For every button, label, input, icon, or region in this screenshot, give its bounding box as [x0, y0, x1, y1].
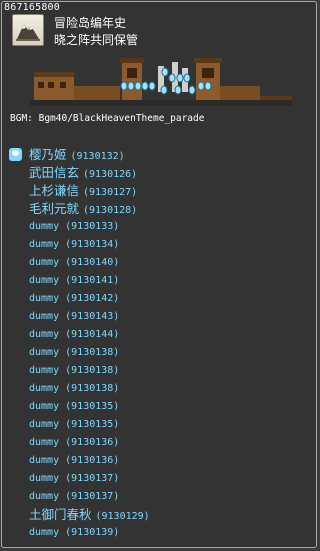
npc-id: (9130141) [65, 275, 120, 286]
npc-id: (9130136) [65, 437, 120, 448]
npc-list-item: dummy (9130133) [29, 218, 119, 236]
map-name: 晓之阵共同保管 [54, 33, 139, 47]
npc-name: dummy [29, 275, 60, 286]
npc-list-item: dummy (9130138) [29, 344, 119, 362]
npc-list-item: dummy (9130136) [29, 452, 119, 470]
npc-id: (9130138) [65, 383, 120, 394]
minimap-preview [30, 56, 292, 108]
npc-id: (9130136) [65, 455, 120, 466]
npc-id: (9130144) [65, 329, 120, 340]
npc-name: dummy [29, 401, 60, 412]
npc-list-item: dummy (9130143) [29, 308, 119, 326]
npc-name: dummy [29, 455, 60, 466]
npc-list-item: dummy (9130134) [29, 236, 119, 254]
npc-list-item: dummy (9130138) [29, 362, 119, 380]
npc-name: dummy [29, 527, 60, 538]
npc-id: (9130134) [65, 239, 120, 250]
npc-name: dummy [29, 329, 60, 340]
npc-list-item: dummy (9130137) [29, 488, 119, 506]
npc-name: 樱乃姬 [29, 147, 67, 162]
npc-list-item: dummy (9130138) [29, 380, 119, 398]
map-scroll-icon [12, 14, 44, 46]
npc-id: (9130129) [95, 511, 150, 522]
npc-id: (9130127) [83, 187, 138, 198]
npc-id: (9130126) [83, 169, 138, 180]
npc-list-item: dummy (9130140) [29, 254, 119, 272]
npc-list-item: 土御门春秋 (9130129) [29, 506, 150, 524]
npc-list-item: 毛利元就 (9130128) [29, 200, 137, 218]
street-name: 冒险岛编年史 [54, 16, 127, 30]
npc-id: (9130138) [65, 347, 120, 358]
npc-id: (9130137) [65, 491, 120, 502]
npc-name: dummy [29, 365, 60, 376]
npc-name: 武田信玄 [29, 165, 80, 180]
npc-name: 土御门春秋 [29, 507, 92, 522]
npc-list-item: dummy (9130137) [29, 470, 119, 488]
npc-list-item: 樱乃姬 (9130132) [29, 146, 125, 164]
npc-name: dummy [29, 437, 60, 448]
npc-id: (9130135) [65, 401, 120, 412]
npc-name: dummy [29, 491, 60, 502]
npc-list-item: dummy (9130141) [29, 272, 119, 290]
npc-name: 毛利元就 [29, 201, 80, 216]
npc-name: dummy [29, 293, 60, 304]
npc-name: dummy [29, 473, 60, 484]
npc-name: dummy [29, 383, 60, 394]
npc-id: (9130139) [65, 527, 120, 538]
npc-name: dummy [29, 239, 60, 250]
bgm-label: BGM: Bgm40/BlackHeavenTheme_parade [10, 113, 205, 124]
npc-list-item: dummy (9130135) [29, 398, 119, 416]
npc-id: (9130138) [65, 365, 120, 376]
npc-name: dummy [29, 221, 60, 232]
npc-list-item: dummy (9130144) [29, 326, 119, 344]
npc-name: dummy [29, 311, 60, 322]
npc-list-item: 上杉谦信 (9130127) [29, 182, 137, 200]
npc-id: (9130128) [83, 205, 138, 216]
npc-id: (9130135) [65, 419, 120, 430]
npc-list-item: dummy (9130135) [29, 416, 119, 434]
npc-name: dummy [29, 257, 60, 268]
npc-name: dummy [29, 419, 60, 430]
npc-marker-icon [9, 148, 22, 161]
npc-list-item: dummy (9130142) [29, 290, 119, 308]
npc-id: (9130132) [70, 151, 125, 162]
npc-name: 上杉谦信 [29, 183, 80, 198]
npc-list-item: dummy (9130136) [29, 434, 119, 452]
npc-id: (9130137) [65, 473, 120, 484]
npc-id: (9130140) [65, 257, 120, 268]
map-id-label: 867165800 [4, 2, 60, 13]
npc-list-item: 武田信玄 (9130126) [29, 164, 137, 182]
npc-name: dummy [29, 347, 60, 358]
npc-id: (9130133) [65, 221, 120, 232]
npc-id: (9130143) [65, 311, 120, 322]
npc-id: (9130142) [65, 293, 120, 304]
npc-list-item: dummy (9130139) [29, 524, 119, 542]
